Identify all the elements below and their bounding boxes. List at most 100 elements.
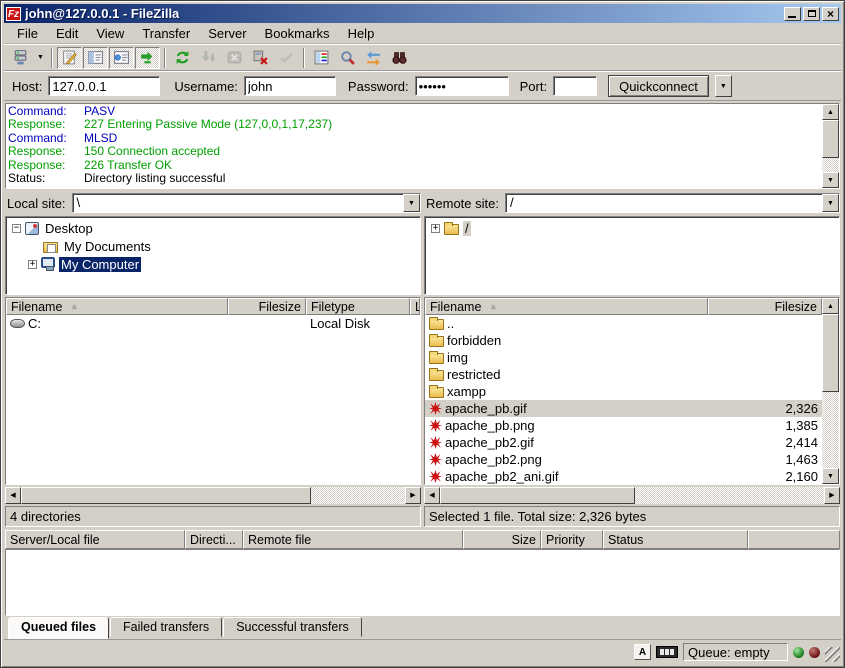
disconnect-button[interactable]	[248, 47, 273, 69]
remote-file-row[interactable]: forbidden	[425, 332, 822, 349]
column-header-status[interactable]: Status	[603, 530, 748, 549]
remote-file-row[interactable]: img	[425, 349, 822, 366]
log-line-label: Status:	[8, 172, 84, 185]
abort-button[interactable]	[274, 47, 299, 69]
toggle-remote-tree-button[interactable]	[109, 47, 134, 69]
log-line-text: 150 Connection accepted	[84, 145, 220, 158]
minimize-button[interactable]	[784, 7, 801, 21]
synchronized-browsing-button[interactable]	[361, 47, 386, 69]
remote-file-row[interactable]: restricted	[425, 366, 822, 383]
local-horizontal-scrollbar[interactable]: ◀ ▶	[5, 487, 421, 504]
close-button[interactable]: ×	[822, 7, 839, 21]
column-header-filename[interactable]: Filename▲	[425, 298, 708, 315]
tab-queued-files[interactable]: Queued files	[8, 617, 109, 639]
scroll-left-icon[interactable]: ◀	[5, 487, 21, 504]
tree-item-my-documents[interactable]: My Documents	[6, 237, 420, 255]
toggle-transfer-queue-button[interactable]	[135, 47, 160, 69]
log-vertical-scrollbar[interactable]: ▲ ▼	[822, 104, 839, 188]
toolbar-separator	[303, 48, 305, 68]
expand-icon[interactable]: +	[28, 260, 37, 269]
scrollbar-thumb[interactable]	[21, 487, 311, 504]
column-header-filesize[interactable]: Filesize	[228, 298, 306, 315]
disconnect-icon	[252, 49, 269, 66]
scroll-right-icon[interactable]: ▶	[824, 487, 840, 504]
scroll-down-icon[interactable]: ▼	[822, 172, 839, 188]
image-file-icon	[429, 436, 442, 449]
remote-file-row[interactable]: apache_pb.png 1,385	[425, 417, 822, 434]
remote-file-row-selected[interactable]: apache_pb.gif 2,326	[425, 400, 822, 417]
column-header-direction[interactable]: Directi...	[185, 530, 243, 549]
scrollbar-thumb[interactable]	[822, 120, 839, 158]
remote-site-combo[interactable]: / ▼	[505, 193, 840, 213]
tab-failed-transfers[interactable]: Failed transfers	[110, 617, 222, 637]
scroll-right-icon[interactable]: ▶	[405, 487, 421, 504]
remote-status-bar: Selected 1 file. Total size: 2,326 bytes	[424, 506, 840, 527]
cancel-operation-button[interactable]	[222, 47, 247, 69]
chevron-down-icon[interactable]: ▼	[403, 194, 420, 212]
remote-file-row[interactable]: ..	[425, 315, 822, 332]
title-bar[interactable]: Fz john@127.0.0.1 - FileZilla ×	[4, 4, 841, 23]
message-log-icon	[61, 49, 78, 66]
column-header-server-local-file[interactable]: Server/Local file	[5, 530, 185, 549]
directory-listing-filter-button[interactable]	[309, 47, 334, 69]
menu-server[interactable]: Server	[199, 24, 255, 43]
site-manager-button[interactable]	[8, 47, 33, 69]
remote-file-row[interactable]: apache_pb2_ani.gif 2,160	[425, 468, 822, 484]
resize-grip[interactable]	[825, 647, 840, 662]
process-queue-button[interactable]	[196, 47, 221, 69]
tree-item-my-computer[interactable]: + My Computer	[6, 255, 420, 273]
scroll-up-icon[interactable]: ▲	[822, 298, 839, 314]
remote-site-label: Remote site:	[424, 196, 505, 211]
column-header-filename[interactable]: Filename▲	[6, 298, 228, 315]
tab-successful-transfers[interactable]: Successful transfers	[223, 617, 362, 637]
quickconnect-button[interactable]: Quickconnect	[608, 75, 709, 97]
local-file-row[interactable]: C: Local Disk	[6, 315, 420, 332]
refresh-button[interactable]	[170, 47, 195, 69]
maximize-button[interactable]	[803, 7, 820, 21]
remote-vertical-scrollbar[interactable]: ▲ ▼	[822, 298, 839, 484]
scroll-up-icon[interactable]: ▲	[822, 104, 839, 120]
chevron-down-icon[interactable]: ▼	[822, 194, 839, 212]
username-input[interactable]	[244, 76, 336, 96]
remote-file-row[interactable]: apache_pb2.png 1,463	[425, 451, 822, 468]
column-header-priority[interactable]: Priority	[541, 530, 603, 549]
scrollbar-thumb[interactable]	[822, 314, 839, 392]
collapse-icon[interactable]: −	[12, 224, 21, 233]
filezilla-app-icon[interactable]: Fz	[6, 7, 21, 21]
column-header-size[interactable]: Size	[463, 530, 541, 549]
menu-bookmarks[interactable]: Bookmarks	[256, 24, 339, 43]
tree-item-desktop[interactable]: − Desktop	[6, 219, 420, 237]
remote-horizontal-scrollbar[interactable]: ◀ ▶	[424, 487, 840, 504]
menu-transfer[interactable]: Transfer	[133, 24, 199, 43]
expand-icon[interactable]: +	[431, 224, 440, 233]
column-header-filetype[interactable]: Filetype	[306, 298, 410, 315]
toggle-local-tree-button[interactable]	[83, 47, 108, 69]
log-line-label: Command:	[8, 132, 84, 145]
menu-edit[interactable]: Edit	[47, 24, 87, 43]
queue-header: Server/Local file Directi... Remote file…	[5, 530, 840, 549]
file-search-button[interactable]	[335, 47, 360, 69]
scroll-down-icon[interactable]: ▼	[822, 468, 839, 484]
remote-file-row[interactable]: xampp	[425, 383, 822, 400]
scroll-left-icon[interactable]: ◀	[424, 487, 440, 504]
port-input[interactable]	[553, 76, 597, 96]
menu-help[interactable]: Help	[339, 24, 384, 43]
transfer-type-indicator-icon[interactable]: A	[634, 644, 651, 660]
quickconnect-dropdown-button[interactable]: ▼	[715, 75, 732, 97]
remote-file-row[interactable]: apache_pb2.gif 2,414	[425, 434, 822, 451]
log-line-label: Command:	[8, 105, 84, 118]
site-manager-dropdown-button[interactable]: ▼	[34, 47, 47, 69]
host-input[interactable]	[48, 76, 160, 96]
column-header-last-modified[interactable]: L	[410, 298, 420, 315]
toggle-message-log-button[interactable]	[57, 47, 82, 69]
scrollbar-thumb[interactable]	[440, 487, 635, 504]
password-input[interactable]	[415, 76, 509, 96]
speed-limit-icon[interactable]	[656, 646, 678, 658]
tree-item-root[interactable]: + /	[425, 219, 839, 237]
local-site-combo[interactable]: \ ▼	[72, 193, 421, 213]
menu-view[interactable]: View	[87, 24, 133, 43]
column-header-filesize[interactable]: Filesize	[708, 298, 822, 315]
find-files-button[interactable]	[387, 47, 412, 69]
column-header-remote-file[interactable]: Remote file	[243, 530, 463, 549]
menu-file[interactable]: File	[8, 24, 47, 43]
